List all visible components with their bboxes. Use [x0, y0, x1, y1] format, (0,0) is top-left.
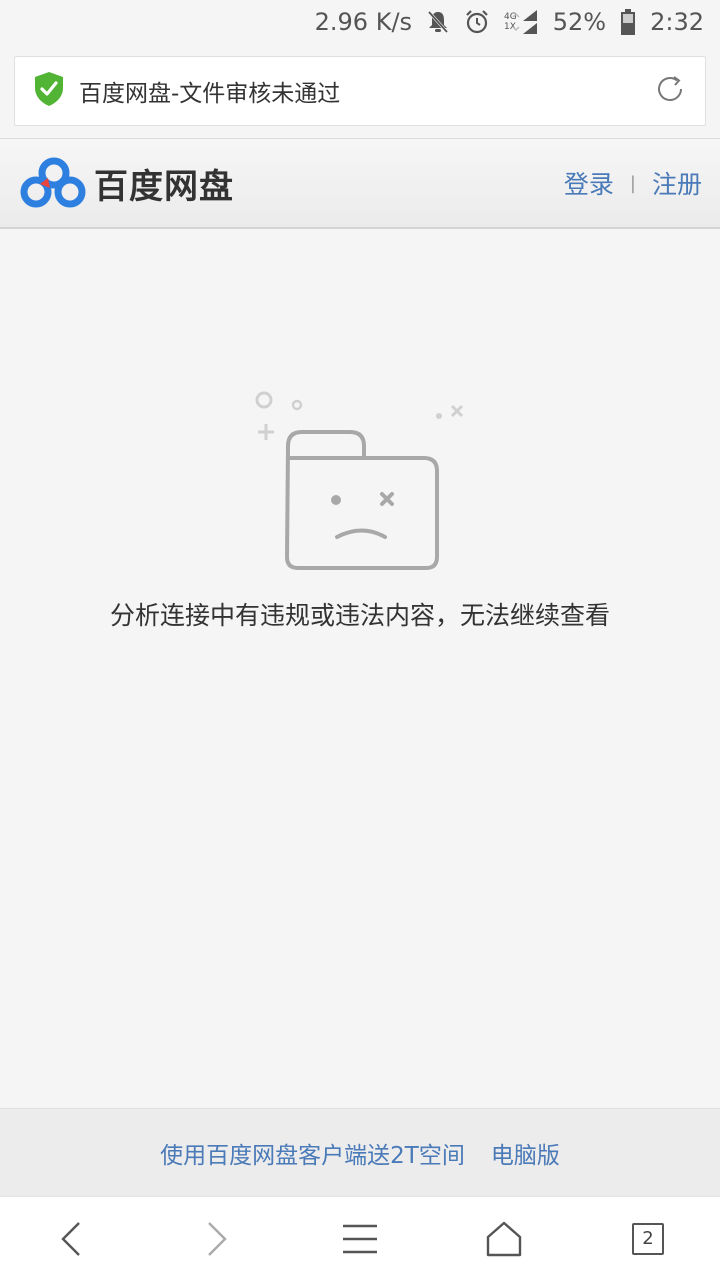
- signal-icon: 4G 1X: [504, 10, 539, 34]
- status-bar: 2.96 K/s 4G 1X 52% 2:32: [0, 0, 720, 44]
- forward-button[interactable]: [176, 1209, 256, 1269]
- back-button[interactable]: [32, 1209, 112, 1269]
- cloud-logo-icon: [20, 157, 86, 208]
- error-message: 分析连接中有违规或违法内容，无法继续查看: [109, 601, 610, 630]
- refresh-icon[interactable]: [653, 72, 687, 110]
- menu-button[interactable]: [320, 1209, 400, 1269]
- alarm-icon: [464, 9, 490, 35]
- auth-links: 登录 | 注册: [564, 165, 702, 201]
- auth-separator: |: [629, 172, 636, 194]
- pc-version-link[interactable]: 电脑版: [491, 1136, 560, 1170]
- client-promo-link[interactable]: 使用百度网盘客户端送2T空间: [160, 1136, 465, 1170]
- logo-text: 百度网盘: [94, 166, 234, 207]
- battery-icon: [620, 9, 636, 35]
- battery-percent: 52%: [552, 8, 607, 36]
- home-button[interactable]: [464, 1209, 544, 1269]
- chevron-left-icon: [61, 1221, 80, 1256]
- sad-folder-icon: [255, 391, 464, 570]
- site-header: 百度网盘 登录 | 注册: [0, 139, 720, 229]
- bell-muted-icon: [426, 9, 450, 35]
- login-link[interactable]: 登录: [564, 165, 614, 201]
- register-link[interactable]: 注册: [652, 165, 702, 201]
- baidu-netdisk-logo[interactable]: 百度网盘: [20, 156, 234, 210]
- network-speed: 2.96 K/s: [314, 8, 413, 36]
- home-icon: [486, 1221, 522, 1256]
- browser-bottom-nav: 2: [0, 1196, 720, 1280]
- tabs-button[interactable]: 2: [608, 1209, 688, 1269]
- clock: 2:32: [650, 8, 704, 36]
- chevron-right-icon: [208, 1221, 227, 1256]
- page-title: 百度网盘-文件审核未通过: [79, 81, 341, 107]
- promo-bar: 使用百度网盘客户端送2T空间 电脑版: [0, 1108, 720, 1196]
- menu-icon: [343, 1224, 377, 1253]
- tabs-count: 2: [632, 1222, 664, 1255]
- address-bar[interactable]: 百度网盘-文件审核未通过: [14, 56, 706, 126]
- shield-check-icon: [33, 71, 65, 111]
